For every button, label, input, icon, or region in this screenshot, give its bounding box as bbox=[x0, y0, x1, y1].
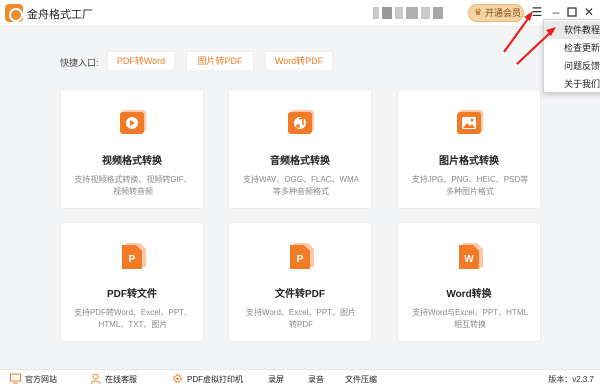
minimize-icon[interactable]: – bbox=[549, 4, 563, 20]
svg-text:P: P bbox=[129, 254, 136, 265]
video-icon bbox=[118, 104, 148, 138]
quick-pdf-to-word-button[interactable]: PDF转Word bbox=[107, 51, 175, 71]
card-title: Word转换 bbox=[446, 289, 492, 300]
card-image-convert[interactable]: 图片格式转换 支持JPG、PNG、HEIC、PSD等 多种图片格式 bbox=[397, 89, 541, 209]
file-to-pdf-icon: P bbox=[286, 237, 316, 271]
gear-icon bbox=[172, 373, 183, 384]
card-description: 支持Word与Excel、PPT、HTML 相互转换 bbox=[412, 308, 528, 329]
card-title: PDF转文件 bbox=[107, 289, 157, 300]
card-video-convert[interactable]: 视频格式转换 支持视频格式转换、视频转GIF、 视频转音频 bbox=[60, 89, 204, 209]
file-compress-link[interactable]: 文件压缩 bbox=[345, 373, 377, 386]
image-icon bbox=[455, 104, 485, 138]
card-description: 支持Word、Excel、PPT、图片 转PDF bbox=[245, 308, 357, 329]
card-title: 文件转PDF bbox=[275, 289, 325, 300]
crown-icon: ♛ bbox=[474, 7, 483, 17]
menu-item-tutorial[interactable]: 软件教程 bbox=[544, 21, 600, 39]
maximize-icon[interactable] bbox=[565, 4, 579, 20]
audio-record-link[interactable]: 录音 bbox=[308, 373, 324, 386]
menu-item-check-update[interactable]: 检查更新 bbox=[544, 39, 600, 57]
monitor-icon bbox=[10, 373, 21, 384]
quick-image-to-pdf-button[interactable]: 图片转PDF bbox=[186, 51, 254, 71]
menu-icon[interactable]: ☰ bbox=[530, 4, 544, 20]
person-icon bbox=[90, 373, 101, 384]
vip-button[interactable]: ♛ 开通会员 bbox=[468, 4, 524, 22]
vip-label: 开通会员 bbox=[485, 8, 522, 18]
version-label: 版本：v2.3.7 bbox=[548, 375, 594, 384]
svg-text:P: P bbox=[297, 254, 304, 265]
card-file-to-pdf[interactable]: P 文件转PDF 支持Word、Excel、PPT、图片 转PDF bbox=[228, 222, 372, 342]
menu-item-feedback[interactable]: 问题反馈 bbox=[544, 57, 600, 75]
card-description: 支持PDF转Word、Excel、PPT、 HTML、TXT、图片 bbox=[73, 308, 193, 329]
pdf-icon: P bbox=[118, 237, 148, 271]
card-description: 支持WAV、OGG、FLAC、WMA 等多种音频格式 bbox=[243, 175, 359, 196]
card-title: 视频格式转换 bbox=[102, 156, 162, 167]
pdf-printer-link[interactable]: PDF虚拟打印机 bbox=[172, 373, 243, 386]
svg-text:W: W bbox=[464, 254, 474, 265]
online-support-link[interactable]: 在线客服 bbox=[90, 373, 137, 386]
card-word-convert[interactable]: W Word转换 支持Word与Excel、PPT、HTML 相互转换 bbox=[397, 222, 541, 342]
music-icon bbox=[286, 104, 316, 138]
user-info-blurred[interactable] bbox=[373, 7, 445, 19]
official-site-link[interactable]: 官方网站 bbox=[10, 373, 57, 386]
card-description: 支持视频格式转换、视频转GIF、 视频转音频 bbox=[74, 175, 192, 196]
card-audio-convert[interactable]: 音频格式转换 支持WAV、OGG、FLAC、WMA 等多种音频格式 bbox=[228, 89, 372, 209]
quick-word-to-pdf-button[interactable]: Word转PDF bbox=[265, 51, 333, 71]
screen-record-link[interactable]: 录屏 bbox=[268, 373, 284, 386]
card-title: 图片格式转换 bbox=[439, 156, 499, 167]
title-bar: 金舟格式工厂 ♛ 开通会员 ☰ – ✕ bbox=[0, 0, 600, 27]
app-title: 金舟格式工厂 bbox=[27, 9, 93, 21]
card-pdf-to-file[interactable]: P PDF转文件 支持PDF转Word、Excel、PPT、 HTML、TXT、图… bbox=[60, 222, 204, 342]
quick-entry-label: 快捷入口: bbox=[60, 58, 99, 68]
card-description: 支持JPG、PNG、HEIC、PSD等 多种图片格式 bbox=[411, 175, 529, 196]
card-title: 音频格式转换 bbox=[270, 156, 330, 167]
help-dropdown-menu: 软件教程 检查更新 问题反馈 关于我们 bbox=[543, 19, 600, 93]
menu-item-about[interactable]: 关于我们 bbox=[544, 75, 600, 93]
app-logo-icon bbox=[5, 4, 23, 22]
bottom-bar: 官方网站 在线客服 PDF虚拟打印机 录屏 录音 文件压缩 版本：v2.3.7 bbox=[0, 369, 600, 388]
close-icon[interactable]: ✕ bbox=[582, 4, 596, 20]
word-icon: W bbox=[455, 237, 485, 271]
